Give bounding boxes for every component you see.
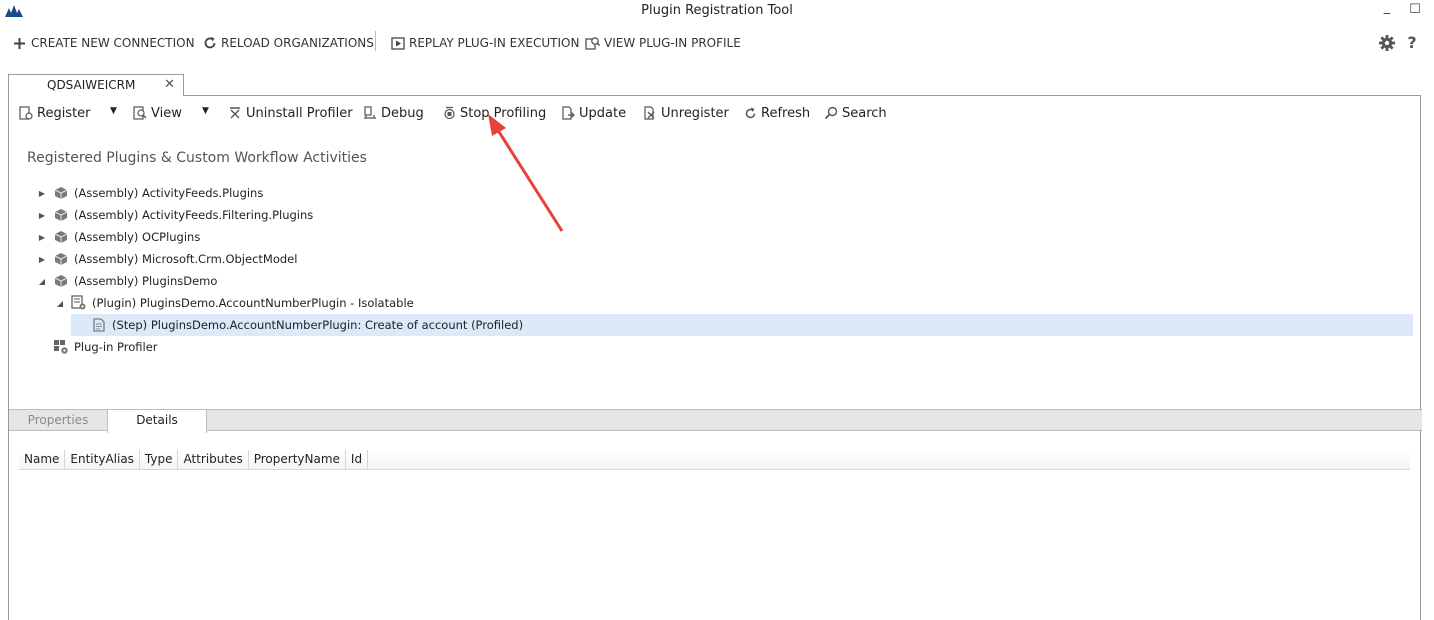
reload-icon xyxy=(202,36,217,51)
tree-node-label: (Assembly) ActivityFeeds.Plugins xyxy=(74,186,264,200)
assembly-cube-icon xyxy=(53,207,69,223)
uninstall-profiler-button[interactable]: Uninstall Profiler xyxy=(228,104,353,122)
tree-node-plugin-profiler[interactable]: Plug-in Profiler xyxy=(53,336,158,358)
debug-icon xyxy=(363,106,377,120)
column-header[interactable]: Type xyxy=(140,450,179,470)
tree-node-label: (Step) PluginsDemo.AccountNumberPlugin: … xyxy=(112,318,524,332)
tree-node-assembly-pluginsdemo[interactable]: ◢ (Assembly) PluginsDemo xyxy=(37,270,218,292)
plugin-toolbar: Register ▼ View ▼ Uninstall Profiler Deb… xyxy=(9,96,1420,128)
title-bar: Plugin Registration Tool _ ☐ xyxy=(0,0,1434,22)
expand-arrow-icon[interactable]: ▶ xyxy=(37,189,47,198)
connection-tab-label: QDSAIWEICRM xyxy=(47,78,136,92)
tree-node-assembly[interactable]: ▶ (Assembly) Microsoft.Crm.ObjectModel xyxy=(37,248,298,270)
view-plugin-profile-button[interactable]: VIEW PLUG-IN PROFILE xyxy=(585,34,741,52)
view-dropdown-chevron-down-icon[interactable]: ▼ xyxy=(202,106,209,116)
plus-icon xyxy=(12,36,27,51)
view-button[interactable]: View xyxy=(133,104,182,122)
maximize-button[interactable]: ☐ xyxy=(1404,2,1426,20)
replay-plugin-execution-label: REPLAY PLUG-IN EXECUTION xyxy=(409,36,580,50)
tree-node-label: (Assembly) ActivityFeeds.Filtering.Plugi… xyxy=(74,208,314,222)
step-icon xyxy=(91,317,107,333)
register-dropdown-chevron-down-icon[interactable]: ▼ xyxy=(110,106,117,116)
column-header[interactable]: Id xyxy=(346,450,369,470)
replay-plugin-execution-button[interactable]: REPLAY PLUG-IN EXECUTION xyxy=(390,34,579,52)
assembly-cube-icon xyxy=(53,251,69,267)
reload-organizations-label: RELOAD ORGANIZATIONS xyxy=(221,36,374,50)
help-icon[interactable]: ? xyxy=(1404,33,1420,52)
uninstall-profiler-label: Uninstall Profiler xyxy=(246,105,353,121)
debug-label: Debug xyxy=(381,105,424,121)
tree-node-assembly[interactable]: ▶ (Assembly) ActivityFeeds.Filtering.Plu… xyxy=(37,204,313,226)
expand-arrow-icon[interactable]: ▶ xyxy=(37,233,47,242)
view-plugin-profile-label: VIEW PLUG-IN PROFILE xyxy=(604,36,741,50)
create-new-connection-label: CREATE NEW CONNECTION xyxy=(31,36,195,50)
tree-node-label: (Plugin) PluginsDemo.AccountNumberPlugin… xyxy=(92,296,414,310)
collapse-arrow-icon[interactable]: ◢ xyxy=(55,299,65,308)
uninstall-icon xyxy=(228,106,242,120)
tab-details[interactable]: Details xyxy=(107,410,207,433)
gear-icon[interactable] xyxy=(1378,34,1396,52)
collapse-arrow-icon[interactable]: ◢ xyxy=(37,277,47,286)
reload-organizations-button[interactable]: RELOAD ORGANIZATIONS xyxy=(202,34,374,52)
tree-node-plugin[interactable]: ◢ (Plugin) PluginsDemo.AccountNumberPlug… xyxy=(55,292,414,314)
assembly-cube-icon xyxy=(53,273,69,289)
profile-icon xyxy=(585,36,600,51)
unregister-button[interactable]: Unregister xyxy=(643,104,729,122)
minimize-button[interactable]: _ xyxy=(1376,0,1398,18)
plugin-profiler-icon xyxy=(53,339,69,355)
tree-node-label: Plug-in Profiler xyxy=(74,340,158,354)
refresh-button[interactable]: Refresh xyxy=(743,104,810,122)
view-icon xyxy=(133,106,147,120)
update-button[interactable]: Update xyxy=(561,104,626,122)
details-grid-header: Name EntityAlias Type Attributes Propert… xyxy=(19,450,1410,470)
view-label: View xyxy=(151,105,182,121)
close-icon[interactable]: ✕ xyxy=(164,77,175,92)
update-icon xyxy=(561,106,575,120)
search-button[interactable]: Search xyxy=(824,104,887,122)
column-header[interactable]: EntityAlias xyxy=(65,450,140,470)
stop-profiling-button[interactable]: Stop Profiling xyxy=(442,104,546,122)
register-button[interactable]: Register xyxy=(19,104,91,122)
stop-profiling-label: Stop Profiling xyxy=(460,105,547,121)
tree-node-assembly[interactable]: ▶ (Assembly) OCPlugins xyxy=(37,226,200,248)
tree-node-step-selected[interactable]: (Step) PluginsDemo.AccountNumberPlugin: … xyxy=(71,314,1413,336)
command-bar: CREATE NEW CONNECTION RELOAD ORGANIZATIO… xyxy=(0,26,1434,58)
register-icon xyxy=(19,106,33,120)
register-label: Register xyxy=(37,105,91,121)
connection-tab[interactable]: QDSAIWEICRM ✕ xyxy=(8,74,184,96)
assembly-cube-icon xyxy=(53,185,69,201)
refresh-icon xyxy=(743,106,757,120)
tree-node-assembly[interactable]: ▶ (Assembly) ActivityFeeds.Plugins xyxy=(37,182,263,204)
tree-section-title: Registered Plugins & Custom Workflow Act… xyxy=(27,150,367,166)
bottom-tab-strip: Properties Details xyxy=(9,409,1422,433)
window-title: Plugin Registration Tool xyxy=(641,3,793,18)
update-label: Update xyxy=(579,105,627,121)
expand-arrow-icon[interactable]: ▶ xyxy=(37,255,47,264)
column-header[interactable]: Attributes xyxy=(178,450,249,470)
debug-button[interactable]: Debug xyxy=(363,104,424,122)
column-header[interactable]: PropertyName xyxy=(249,450,346,470)
tree-node-label: (Assembly) Microsoft.Crm.ObjectModel xyxy=(74,252,298,266)
assembly-cube-icon xyxy=(53,229,69,245)
unregister-icon xyxy=(643,106,657,120)
unregister-label: Unregister xyxy=(661,105,729,121)
create-new-connection-button[interactable]: CREATE NEW CONNECTION xyxy=(12,34,195,52)
search-label: Search xyxy=(842,105,887,121)
tab-properties[interactable]: Properties xyxy=(9,410,107,431)
tree-node-label: (Assembly) PluginsDemo xyxy=(74,274,218,288)
stop-profiling-icon xyxy=(442,106,456,120)
connection-panel: Register ▼ View ▼ Uninstall Profiler Deb… xyxy=(8,95,1422,620)
command-separator xyxy=(375,31,376,51)
search-icon xyxy=(824,106,838,120)
plugin-icon xyxy=(71,295,87,311)
refresh-label: Refresh xyxy=(761,105,811,121)
tree-node-label: (Assembly) OCPlugins xyxy=(74,230,201,244)
expand-arrow-icon[interactable]: ▶ xyxy=(37,211,47,220)
replay-icon xyxy=(390,36,405,51)
column-header[interactable]: Name xyxy=(19,450,66,470)
